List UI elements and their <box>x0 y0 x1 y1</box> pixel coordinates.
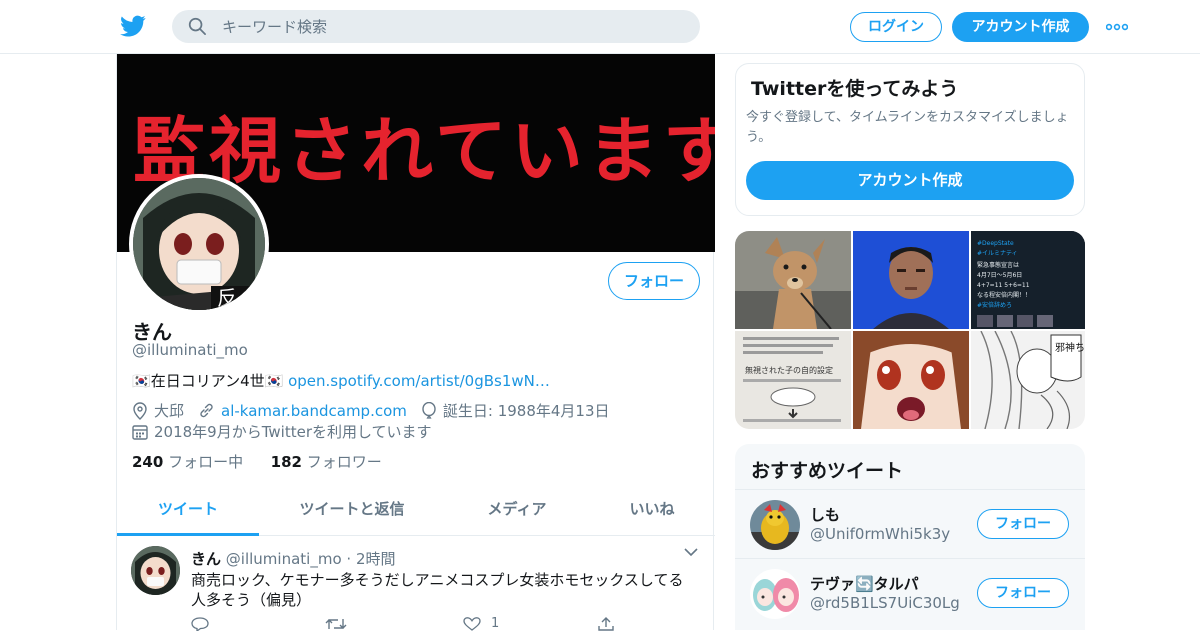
tile-line-3: 4+7=11 5+6=11 <box>977 282 1030 289</box>
profile-bio: 🇰🇷在日コリアン4世🇰🇷 open.spotify.com/artist/0gB… <box>132 370 550 391</box>
tweet-header: きん @illuminati_mo · 2時間 <box>191 550 396 568</box>
profile-handle[interactable]: @illuminati_mo <box>132 341 248 359</box>
following-stat[interactable]: 240 フォロー中 <box>132 453 243 471</box>
calendar-icon <box>132 424 148 440</box>
media-tile-anime-girl[interactable] <box>853 331 969 429</box>
recommended-user[interactable]: テヴァ🔄タルパ @rd5B1LS7UiC30Lg フォロー <box>735 558 1085 626</box>
recommended-user[interactable]: しも @Unif0rmWhi5k3y フォロー <box>735 489 1085 557</box>
tile-hashtag-illuminati: #イルミナティ <box>977 250 1018 257</box>
tweet-time[interactable]: 2時間 <box>356 550 396 568</box>
recommended-title: おすすめツイート <box>751 460 904 482</box>
followers-stat[interactable]: 182 フォロワー <box>271 453 382 471</box>
media-tile-dog[interactable] <box>735 231 851 329</box>
tab-likes[interactable]: いいね <box>607 492 697 536</box>
chevron-down-icon[interactable] <box>683 547 699 557</box>
recommended-avatar[interactable] <box>750 500 800 550</box>
tile-line-1: 緊急事態宣言は <box>977 261 1019 269</box>
recommended-handle[interactable]: @rd5B1LS7UiC30Lg <box>810 594 960 612</box>
tile-manga-text: 邪神ちゃんですの <box>1055 341 1085 354</box>
like-count: 1 <box>491 616 500 631</box>
search-box[interactable] <box>172 10 700 43</box>
bio-text: 在日コリアン4世 <box>150 372 265 390</box>
tile-hashtag-abe: #安倍辞めろ <box>977 301 1012 309</box>
profile-stats: 240 フォロー中 182 フォロワー <box>132 451 382 472</box>
recommended-name[interactable]: しも <box>810 504 840 525</box>
profile-column: 監視されています！ 反 フォロー きん @illuminati_mo 🇰🇷在日コ… <box>116 54 715 631</box>
recommended-follow-button[interactable]: フォロー <box>977 578 1069 608</box>
svg-text:#安倍辞めろ: #安倍辞めろ <box>977 301 1012 309</box>
signup-card-subtitle: 今すぐ登録して、タイムラインをカスタマイズしましょう。 <box>746 110 1069 145</box>
tweet-item[interactable]: きん @illuminati_mo · 2時間 商売ロック、ケモナー多そうだしア… <box>117 537 715 631</box>
like-icon[interactable] <box>463 617 481 631</box>
media-tile-diagram[interactable]: 無視された子の自的設定 <box>735 331 851 429</box>
media-grid: #DeepState #イルミナティ 緊急事態宣言は 4月7日〜5月6日 4+7… <box>735 231 1085 429</box>
recommended-panel: おすすめツイート しも @Unif0rmWhi5k3y フォロー テヴァ🔄タルパ… <box>735 444 1085 630</box>
tab-media[interactable]: メディア <box>467 492 567 536</box>
profile-avatar[interactable]: 反 <box>129 174 269 314</box>
signup-button[interactable]: アカウント作成 <box>952 12 1089 42</box>
signup-card-button[interactable]: アカウント作成 <box>746 161 1074 200</box>
retweet-icon[interactable] <box>325 617 347 631</box>
share-icon[interactable] <box>597 617 615 631</box>
recommended-avatar[interactable] <box>750 569 800 619</box>
korea-flag-left: 🇰🇷 <box>132 372 151 390</box>
link-icon <box>200 403 213 418</box>
reply-icon[interactable] <box>191 617 209 631</box>
search-icon <box>188 17 206 35</box>
recommended-name[interactable]: テヴァ🔄タルパ <box>810 573 919 594</box>
profile-website-link[interactable]: al-kamar.bandcamp.com <box>221 402 407 420</box>
profile-location: 大邱 <box>154 402 185 420</box>
top-navigation-bar: ログイン アカウント作成 <box>0 0 1200 54</box>
avatar-overlay-text: 反 <box>217 286 237 310</box>
media-tile-manga[interactable]: 邪神ちゃんですの <box>971 331 1085 429</box>
twitter-bird-icon[interactable] <box>120 13 146 39</box>
profile-joined-row: 2018年9月からTwitterを利用しています <box>132 421 432 442</box>
tweet-avatar[interactable] <box>131 546 180 595</box>
profile-birthday: 誕生日: 1988年4月13日 <box>442 402 610 420</box>
tile-line-4: なる程安倍内閣！！ <box>977 291 1031 299</box>
avatar-illustration: 反 <box>133 178 265 310</box>
korea-flag-right: 🇰🇷 <box>264 372 284 390</box>
follow-button[interactable]: フォロー <box>608 262 700 300</box>
signup-card-title: Twitterを使ってみよう <box>751 78 959 100</box>
profile-joined-date: 2018年9月からTwitterを利用しています <box>154 423 432 441</box>
tweet-text: 商売ロック、ケモナー多そうだしアニメコスプレ女装ホモセックスしてる人多そう（偏見… <box>191 571 684 609</box>
media-tile-man[interactable] <box>853 231 969 329</box>
profile-meta-row: 大邱 al-kamar.bandcamp.com 誕生日: 1988年4月13日 <box>132 400 610 421</box>
login-button[interactable]: ログイン <box>850 12 942 42</box>
balloon-icon <box>422 401 436 419</box>
tile-line-2: 4月7日〜5月6日 <box>977 272 1022 279</box>
tweet-author-name[interactable]: きん <box>191 550 221 568</box>
search-input[interactable] <box>222 10 682 43</box>
media-tile-text-post[interactable]: #DeepState #イルミナティ 緊急事態宣言は 4月7日〜5月6日 4+7… <box>971 231 1085 329</box>
tile-hashtag-deepstate: #DeepState <box>977 240 1014 247</box>
more-options-icon[interactable] <box>1106 23 1128 31</box>
tab-tweets[interactable]: ツイート <box>117 492 259 536</box>
tweet-author-handle[interactable]: @illuminati_mo <box>226 550 342 568</box>
tab-tweets-replies[interactable]: ツイートと返信 <box>287 492 417 536</box>
tile-diagram-caption: 無視された子の自的設定 <box>745 365 833 375</box>
signup-card: Twitterを使ってみよう 今すぐ登録して、タイムラインをカスタマイズしましょ… <box>735 63 1085 216</box>
recommended-follow-button[interactable]: フォロー <box>977 509 1069 539</box>
bio-spotify-link[interactable]: open.spotify.com/artist/0gBs1wN… <box>288 372 550 390</box>
recommended-handle[interactable]: @Unif0rmWhi5k3y <box>810 525 950 543</box>
location-icon <box>133 401 147 420</box>
profile-tabs: ツイート ツイートと返信 メディア いいね <box>117 492 715 536</box>
